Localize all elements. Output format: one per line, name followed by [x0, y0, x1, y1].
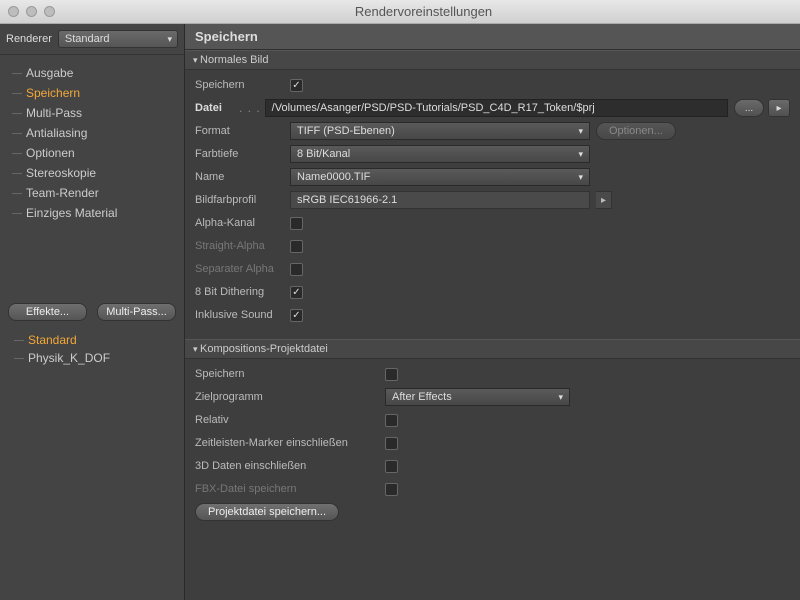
relative-checkbox[interactable]: [385, 414, 398, 427]
multipass-button[interactable]: Multi-Pass...: [97, 303, 176, 321]
zoom-icon[interactable]: [44, 6, 55, 17]
play-icon[interactable]: ▸: [768, 99, 790, 117]
dithering-label: 8 Bit Dithering: [195, 286, 290, 298]
window-title: Rendervoreinstellungen: [55, 4, 792, 19]
file-label: Datei: [195, 102, 235, 114]
profile-arrow-icon[interactable]: ▸: [596, 191, 612, 209]
options-button[interactable]: Optionen...: [596, 122, 676, 140]
main-panel: Speichern Normales Bild Speichern Datei …: [185, 24, 800, 600]
titlebar: Rendervoreinstellungen: [0, 0, 800, 24]
straight-alpha-label: Straight-Alpha: [195, 240, 290, 252]
sidebar-item-teamrender[interactable]: Team-Render: [12, 183, 184, 203]
window-controls: [8, 6, 55, 17]
renderer-select[interactable]: Standard: [58, 30, 178, 48]
presets-list: Standard Physik_K_DOF: [0, 327, 184, 367]
format-label: Format: [195, 125, 290, 137]
preset-standard[interactable]: Standard: [14, 331, 184, 349]
save-project-button[interactable]: Projektdatei speichern...: [195, 503, 339, 521]
separate-alpha-checkbox: [290, 263, 303, 276]
comp-save-label: Speichern: [195, 368, 385, 380]
renderer-label: Renderer: [6, 33, 52, 45]
panel-header: Speichern: [185, 24, 800, 50]
relative-label: Relativ: [195, 414, 385, 426]
sidebar-item-optionen[interactable]: Optionen: [12, 143, 184, 163]
sidebar: Renderer Standard Ausgabe Speichern Mult…: [0, 24, 185, 600]
marker-checkbox[interactable]: [385, 437, 398, 450]
sound-label: Inklusive Sound: [195, 309, 290, 321]
file-path-input[interactable]: /Volumes/Asanger/PSD/PSD-Tutorials/PSD_C…: [265, 99, 728, 117]
sidebar-item-speichern[interactable]: Speichern: [12, 83, 184, 103]
comp-save-checkbox[interactable]: [385, 368, 398, 381]
preset-physik[interactable]: Physik_K_DOF: [14, 349, 184, 367]
depth-label: Farbtiefe: [195, 148, 290, 160]
separate-alpha-label: Separater Alpha: [195, 263, 290, 275]
sound-checkbox[interactable]: [290, 309, 303, 322]
format-select[interactable]: TIFF (PSD-Ebenen): [290, 122, 590, 140]
color-profile-field[interactable]: sRGB IEC61966-2.1: [290, 191, 590, 209]
profile-label: Bildfarbprofil: [195, 194, 290, 206]
alpha-label: Alpha-Kanal: [195, 217, 290, 229]
target-label: Zielprogramm: [195, 391, 385, 403]
save-label: Speichern: [195, 79, 290, 91]
browse-button[interactable]: ...: [734, 99, 764, 117]
alpha-checkbox[interactable]: [290, 217, 303, 230]
close-icon[interactable]: [8, 6, 19, 17]
render-settings-tree: Ausgabe Speichern Multi-Pass Antialiasin…: [0, 55, 184, 297]
save-checkbox[interactable]: [290, 79, 303, 92]
3d-data-label: 3D Daten einschließen: [195, 460, 385, 472]
sidebar-item-material[interactable]: Einziges Material: [12, 203, 184, 223]
sidebar-item-multipass[interactable]: Multi-Pass: [12, 103, 184, 123]
sidebar-item-ausgabe[interactable]: Ausgabe: [12, 63, 184, 83]
section-normales-bild[interactable]: Normales Bild: [185, 50, 800, 70]
section-komposition[interactable]: Kompositions-Projektdatei: [185, 339, 800, 359]
fbx-checkbox: [385, 483, 398, 496]
3d-data-checkbox[interactable]: [385, 460, 398, 473]
sidebar-item-stereoskopie[interactable]: Stereoskopie: [12, 163, 184, 183]
minimize-icon[interactable]: [26, 6, 37, 17]
sidebar-item-antialiasing[interactable]: Antialiasing: [12, 123, 184, 143]
depth-select[interactable]: 8 Bit/Kanal: [290, 145, 590, 163]
effects-button[interactable]: Effekte...: [8, 303, 87, 321]
target-select[interactable]: After Effects: [385, 388, 570, 406]
marker-label: Zeitleisten-Marker einschließen: [195, 437, 385, 449]
name-select[interactable]: Name0000.TIF: [290, 168, 590, 186]
dots-icon: . . .: [235, 101, 265, 115]
dithering-checkbox[interactable]: [290, 286, 303, 299]
straight-alpha-checkbox: [290, 240, 303, 253]
name-label: Name: [195, 171, 290, 183]
fbx-label: FBX-Datei speichern: [195, 483, 385, 495]
